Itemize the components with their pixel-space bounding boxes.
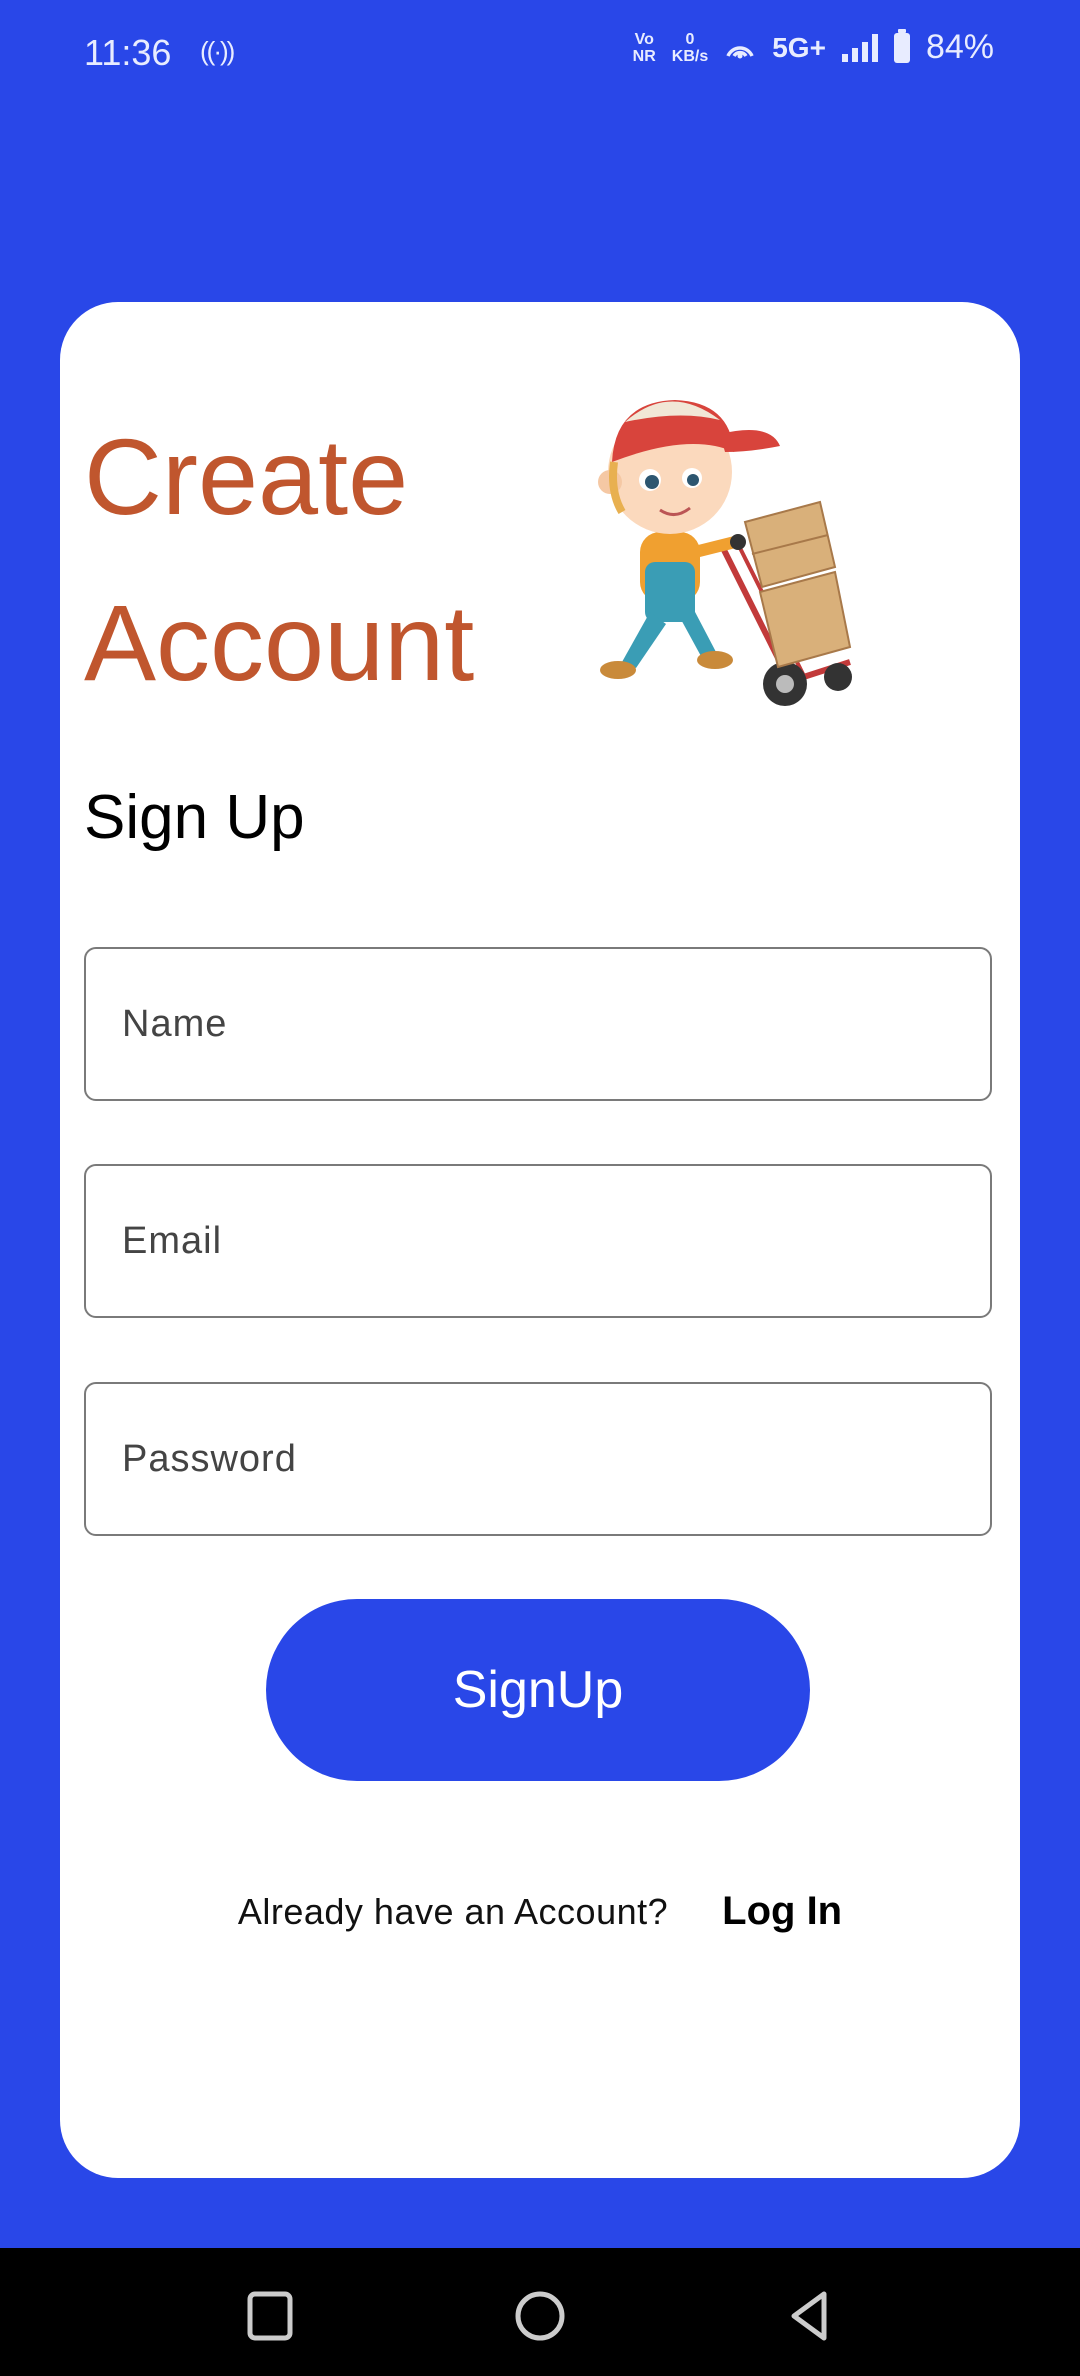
login-prompt: Already have an Account?: [237, 1890, 669, 1932]
title-line-1: Create: [84, 416, 409, 537]
title-line-2: Account: [84, 582, 475, 703]
email-field[interactable]: Email: [84, 1164, 992, 1318]
hotspot-icon: ((·)): [200, 36, 235, 66]
wifi-calling-icon: [726, 45, 754, 58]
page-title: Create Account: [84, 394, 544, 726]
recent-apps-icon[interactable]: [240, 2286, 300, 2346]
password-placeholder: Password: [122, 1437, 297, 1480]
password-field[interactable]: Password: [84, 1382, 992, 1536]
status-icons: Vo NR 0 KB/s 5G+ 84%: [633, 28, 994, 67]
signal-icon: [841, 33, 878, 62]
email-placeholder: Email: [122, 1219, 223, 1262]
signup-button[interactable]: SignUp: [266, 1599, 810, 1781]
status-time: 11:36: [84, 32, 172, 73]
network-speed: 0 KB/s: [671, 30, 709, 65]
battery-percent: 84%: [925, 28, 994, 66]
battery-icon: [893, 28, 910, 63]
home-icon[interactable]: [510, 2286, 570, 2346]
login-row: Already have an Account? Log In: [60, 1889, 1020, 1934]
status-bar: 11:36 ((·)) Vo NR 0 KB/s 5G+ 84%: [0, 0, 1080, 110]
volte-icon: Vo NR: [632, 30, 656, 65]
back-icon[interactable]: [780, 2286, 840, 2346]
signup-heading: Sign Up: [84, 783, 305, 852]
name-field[interactable]: Name: [84, 947, 992, 1101]
navigation-bar: [0, 2248, 1080, 2376]
network-type: 5G+: [772, 31, 826, 63]
name-placeholder: Name: [122, 1002, 228, 1045]
signup-card: Create Account Sign Up Name Email Passwo…: [60, 302, 1020, 2178]
delivery-boy-illustration: [598, 400, 852, 706]
login-link[interactable]: Log In: [722, 1889, 842, 1934]
